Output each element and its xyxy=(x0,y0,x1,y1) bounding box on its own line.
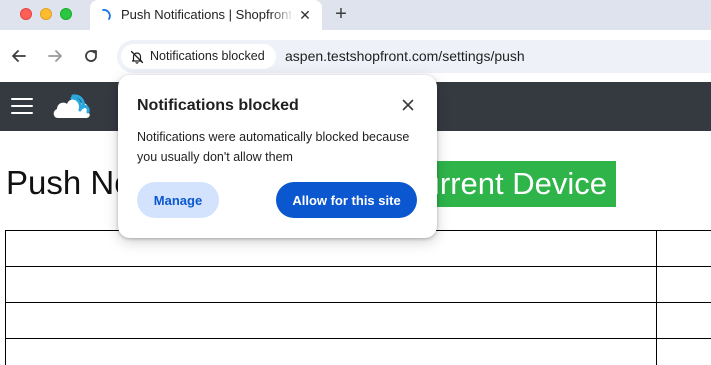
reload-icon[interactable] xyxy=(81,46,101,66)
url-text[interactable]: aspen.testshopfront.com/settings/push xyxy=(285,48,525,64)
window-minimize-button[interactable] xyxy=(40,8,52,20)
window-close-button[interactable] xyxy=(20,8,32,20)
hamburger-menu-icon[interactable] xyxy=(11,96,33,116)
manage-button[interactable]: Manage xyxy=(137,182,219,218)
browser-tab[interactable]: Push Notifications | Shopfront ✕ xyxy=(90,0,322,30)
table-column-divider xyxy=(5,230,6,365)
arrow-left-icon[interactable] xyxy=(9,46,29,66)
table-row-divider xyxy=(5,338,711,339)
tab-title: Push Notifications | Shopfront xyxy=(121,7,291,22)
close-icon[interactable] xyxy=(400,97,416,113)
notifications-blocked-chip[interactable]: Notifications blocked xyxy=(121,44,276,69)
address-bar[interactable]: Notifications blocked aspen.testshopfron… xyxy=(117,40,711,73)
popup-message: Notifications were automatically blocked… xyxy=(137,130,410,164)
new-tab-button[interactable]: + xyxy=(332,4,350,26)
table-column-divider xyxy=(656,230,657,365)
loading-spinner-icon xyxy=(102,9,111,20)
bell-off-icon xyxy=(130,50,144,64)
table-row-divider xyxy=(5,302,711,303)
tab-close-icon[interactable]: ✕ xyxy=(297,7,313,23)
devices-table xyxy=(5,230,711,365)
popup-title: Notifications blocked xyxy=(137,97,299,114)
chip-label: Notifications blocked xyxy=(150,49,265,63)
allow-for-this-site-button[interactable]: Allow for this site xyxy=(276,182,417,218)
tab-strip: Push Notifications | Shopfront ✕ + xyxy=(0,0,711,30)
table-row-divider xyxy=(5,266,711,267)
tab-title-fade xyxy=(270,4,294,26)
arrow-right-icon[interactable] xyxy=(45,46,65,66)
cloud-logo-icon[interactable] xyxy=(52,92,92,122)
window-maximize-button[interactable] xyxy=(60,8,72,20)
notifications-blocked-popup: Notifications blocked Notifications were… xyxy=(118,75,437,238)
